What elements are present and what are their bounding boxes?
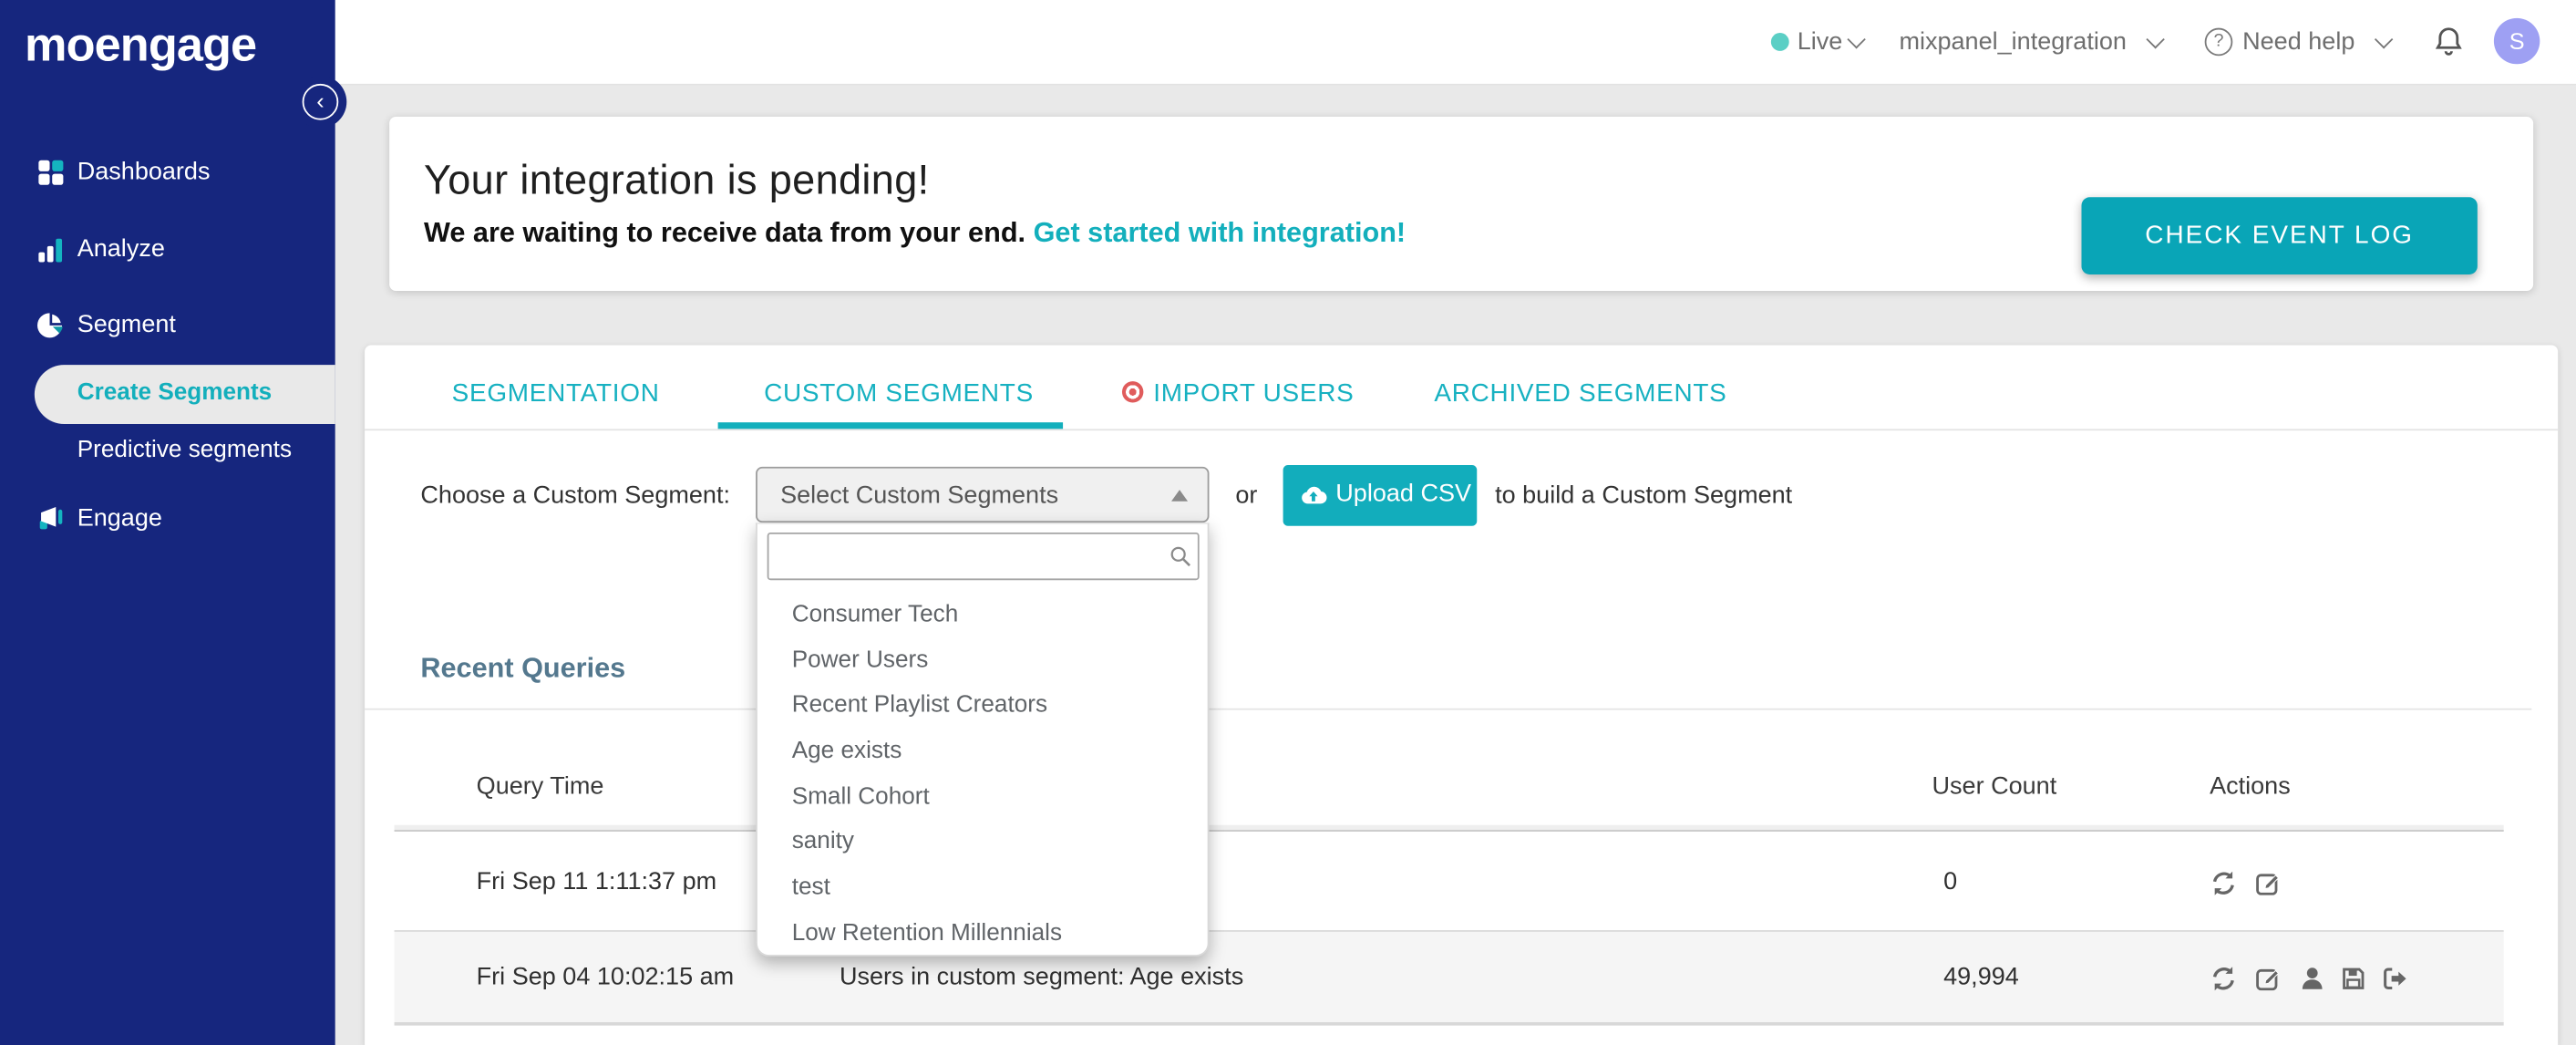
project-dropdown[interactable]: mixpanel_integration <box>1899 28 2126 57</box>
tabs-divider <box>365 429 2559 431</box>
notifications-bell-icon[interactable] <box>2431 25 2466 59</box>
column-header-user-count: User Count <box>1932 772 2057 801</box>
segment-option[interactable]: test <box>757 866 1208 912</box>
edit-icon[interactable] <box>2254 965 2282 993</box>
row-divider <box>394 1022 2504 1026</box>
sidebar-item-dashboards[interactable]: Dashboards <box>0 151 335 194</box>
pie-chart-icon <box>36 311 66 340</box>
sidebar-item-label: Predictive segments <box>77 437 293 464</box>
sidebar-collapse-button[interactable]: ‹ <box>302 83 339 120</box>
user-icon[interactable] <box>2298 965 2326 993</box>
section-divider <box>365 708 2532 710</box>
user-avatar[interactable]: S <box>2493 17 2540 65</box>
segment-option[interactable]: Recent Playlist Creators <box>757 684 1208 729</box>
upload-csv-button[interactable]: Upload CSV <box>1283 465 1478 526</box>
table-header-divider <box>394 824 2504 832</box>
caret-up-icon <box>1171 490 1189 502</box>
sidebar-item-label: Engage <box>77 504 162 533</box>
sidebar-item-engage[interactable]: Engage <box>0 498 335 541</box>
environment-dropdown[interactable]: Live <box>1798 28 1843 57</box>
need-help-dropdown[interactable]: Need help <box>2242 28 2354 57</box>
sidebar-item-label: Create Segments <box>77 379 273 407</box>
user-count-cell: 49,994 <box>1943 963 2019 991</box>
tab-custom-segments[interactable]: CUSTOM SEGMENTS <box>764 379 1034 408</box>
cloud-upload-icon <box>1302 486 1327 504</box>
segment-search-input[interactable] <box>767 532 1200 581</box>
get-started-link[interactable]: Get started with integration! <box>1034 217 1406 248</box>
check-event-log-button[interactable]: CHECK EVENT LOG <box>2081 197 2478 274</box>
save-icon[interactable] <box>2339 965 2367 993</box>
refresh-icon[interactable] <box>2210 869 2238 897</box>
recent-queries-heading: Recent Queries <box>420 652 626 684</box>
moengage-logo: moengage <box>25 19 257 73</box>
segments-card: SEGMENTATION CUSTOM SEGMENTS IMPORT USER… <box>365 345 2559 1045</box>
segment-option[interactable]: Power Users <box>757 639 1208 685</box>
user-count-cell: 0 <box>1943 867 1958 896</box>
column-header-query-time: Query Time <box>476 772 604 801</box>
sidebar-item-analyze[interactable]: Analyze <box>0 229 335 272</box>
banner-title: Your integration is pending! <box>423 158 930 204</box>
chevron-down-icon <box>2374 30 2394 49</box>
search-icon <box>1168 544 1192 569</box>
segment-option[interactable]: Small Cohort <box>757 775 1208 821</box>
edit-icon[interactable] <box>2254 869 2282 897</box>
sidebar-item-create-segments[interactable]: Create Segments <box>34 365 335 424</box>
grid-icon <box>36 158 66 187</box>
tab-archived-segments[interactable]: ARCHIVED SEGMENTS <box>1434 379 1726 408</box>
segment-option[interactable]: sanity <box>757 821 1208 866</box>
sidebar-item-label: Analyze <box>77 234 165 264</box>
megaphone-icon <box>36 504 66 533</box>
column-header-actions: Actions <box>2210 772 2291 801</box>
select-value: Select Custom Segments <box>780 481 1059 510</box>
choose-segment-label: Choose a Custom Segment: <box>420 481 731 510</box>
build-segment-text: to build a Custom Segment <box>1495 481 1793 510</box>
sidebar-item-segment[interactable]: Segment <box>0 304 335 347</box>
export-icon[interactable] <box>2381 965 2409 993</box>
custom-segment-select[interactable]: Select Custom Segments <box>756 466 1210 523</box>
chevron-down-icon <box>1847 30 1866 49</box>
active-tab-underline <box>717 422 1064 429</box>
sidebar: moengage ‹ Dashboards Analyze Segment Cr… <box>0 0 347 1045</box>
segment-option[interactable]: Consumer Tech <box>757 594 1208 639</box>
import-users-badge-icon <box>1121 381 1144 403</box>
upload-csv-label: Upload CSV <box>1335 480 1472 508</box>
question-mark-icon: ? <box>2204 27 2233 57</box>
integration-banner: Your integration is pending! We are wait… <box>389 116 2534 292</box>
segment-option[interactable]: Age exists <box>757 729 1208 775</box>
segment-options-list: Consumer Tech Power Users Recent Playlis… <box>757 594 1208 957</box>
or-text: or <box>1235 481 1258 510</box>
sidebar-item-label: Dashboards <box>77 158 211 186</box>
banner-message: We are waiting to receive data from your… <box>423 216 1406 249</box>
bar-chart-icon <box>36 235 66 264</box>
query-time-cell: Fri Sep 11 1:11:37 pm <box>476 867 717 896</box>
tab-segmentation[interactable]: SEGMENTATION <box>452 379 660 408</box>
refresh-icon[interactable] <box>2210 965 2238 993</box>
tab-import-users[interactable]: IMPORT USERS <box>1153 379 1354 408</box>
custom-segments-dropdown-panel: Consumer Tech Power Users Recent Playlis… <box>756 522 1210 957</box>
query-time-cell: Fri Sep 04 10:02:15 am <box>476 963 735 991</box>
app-viewport: moengage ‹ Dashboards Analyze Segment Cr… <box>0 0 2576 1045</box>
sidebar-item-label: Segment <box>77 310 176 339</box>
segment-option[interactable]: Low Retention Millennials <box>757 912 1208 957</box>
sidebar-item-predictive-segments[interactable]: Predictive segments <box>77 437 292 463</box>
chevron-down-icon <box>2146 30 2165 49</box>
query-cell: Users in custom segment: Age exists <box>839 963 1244 991</box>
chevron-left-icon: ‹ <box>316 87 325 114</box>
live-status-dot <box>1770 33 1789 51</box>
topbar: Live mixpanel_integration ? Need help S <box>335 0 2576 86</box>
